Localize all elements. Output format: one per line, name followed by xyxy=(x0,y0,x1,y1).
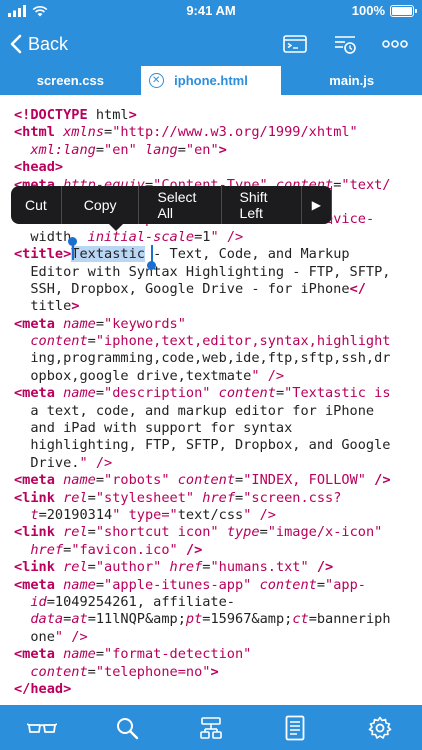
search-button[interactable] xyxy=(105,708,149,748)
code-line[interactable]: Drive." /> xyxy=(14,455,391,472)
more-button[interactable] xyxy=(380,30,410,58)
selection-end-knob[interactable] xyxy=(147,261,156,270)
selection-start-knob[interactable] xyxy=(68,237,77,246)
document-icon xyxy=(285,715,305,740)
structure-button[interactable] xyxy=(189,708,233,748)
app-header: 9:41 AM 100% Back xyxy=(0,0,422,66)
close-tab-icon[interactable]: ✕ xyxy=(148,73,164,88)
tab-iphone-html[interactable]: ✕ iphone.html xyxy=(140,66,282,95)
shift-left-menu-item[interactable]: Shift Left xyxy=(222,186,302,224)
code-line[interactable]: <!DOCTYPE html> xyxy=(14,107,391,124)
tab-label: main.js xyxy=(329,73,375,88)
tab-label: screen.css xyxy=(36,73,104,88)
code-line[interactable]: a text, code, and markup editor for iPho… xyxy=(14,403,391,420)
battery-percent: 100% xyxy=(351,3,385,18)
select-all-menu-item[interactable]: Select All xyxy=(139,186,222,224)
code-line[interactable]: href="favicon.ico" /> xyxy=(14,542,391,559)
battery-status: 100% xyxy=(351,3,417,18)
code-line[interactable]: <meta name="keywords" xyxy=(14,316,391,333)
code-line[interactable]: id=1049254261, affiliate- xyxy=(14,594,391,611)
code-line[interactable]: <meta name="robots" content="INDEX, FOLL… xyxy=(14,472,391,489)
tab-label: iphone.html xyxy=(174,73,248,88)
code-line[interactable] xyxy=(14,698,391,705)
code-line[interactable]: <meta name="description" content="Textas… xyxy=(14,385,391,402)
code-line[interactable]: <html xmlns="http://www.w3.org/1999/xhtm… xyxy=(14,124,391,141)
document-button[interactable] xyxy=(273,708,317,748)
history-button[interactable] xyxy=(330,30,360,58)
preview-button[interactable] xyxy=(280,30,310,58)
code-line[interactable]: data=at=11lNQP&amp;pt=15967&amp;ct=banne… xyxy=(14,611,390,628)
code-line[interactable]: content="telephone=no"> xyxy=(14,664,391,681)
code-line[interactable]: highlighting, FTP, SFTP, Dropbox, and Go… xyxy=(14,437,391,454)
settings-icon xyxy=(368,716,392,739)
status-bar: 9:41 AM 100% xyxy=(0,0,422,22)
edit-menu: Cut Copy Select All Shift Left ▶ xyxy=(11,186,332,231)
file-tab-bar: screen.css ✕ iphone.html main.js xyxy=(0,66,422,95)
more-icon xyxy=(382,40,408,48)
code-line[interactable]: one" /> xyxy=(14,629,391,646)
edit-menu-pointer xyxy=(108,223,124,231)
code-line[interactable]: SSH, Dropbox, Google Drive - for iPhone<… xyxy=(14,281,391,298)
back-label: Back xyxy=(28,33,69,54)
settings-button[interactable] xyxy=(358,708,402,748)
cut-menu-item[interactable]: Cut xyxy=(11,186,62,224)
battery-icon xyxy=(390,4,417,17)
history-icon xyxy=(335,36,356,54)
code-line[interactable]: content="iphone,text,editor,syntax,highl… xyxy=(14,333,391,350)
code-line[interactable]: ing,programming,code,web,ide,ftp,sftp,ss… xyxy=(14,350,391,367)
structure-icon xyxy=(200,716,222,739)
back-button[interactable]: Back xyxy=(10,30,68,58)
code-line[interactable]: <title>Textastic - Text, Code, and Marku… xyxy=(14,246,391,263)
code-line[interactable]: <link rel="author" href="humans.txt" /> xyxy=(14,559,391,576)
code-line[interactable]: and iPad with support for syntax xyxy=(14,420,391,437)
navigation-bar: Back xyxy=(0,22,422,66)
tab-main-js[interactable]: main.js xyxy=(281,66,422,95)
code-line[interactable]: <head> xyxy=(14,159,391,176)
code-line[interactable]: Editor with Syntax Highlighting - FTP, S… xyxy=(14,264,391,281)
code-line[interactable]: </head> xyxy=(14,681,391,698)
code-line[interactable]: <meta name="format-detection" xyxy=(14,646,391,663)
glasses-icon xyxy=(27,722,58,733)
code-line[interactable]: title> xyxy=(14,298,391,315)
code-line[interactable]: <link rel="stylesheet" href="screen.css? xyxy=(14,490,391,507)
code-line[interactable]: <meta name="apple-itunes-app" content="a… xyxy=(14,577,391,594)
selected-text[interactable]: Textastic xyxy=(71,246,145,263)
tab-screen-css[interactable]: screen.css xyxy=(0,66,141,95)
code-line[interactable]: <link rel="shortcut icon" type="image/x-… xyxy=(14,524,391,541)
code-line[interactable]: xml:lang="en" lang="en"> xyxy=(14,142,391,159)
glasses-button[interactable] xyxy=(20,708,64,748)
code-line[interactable]: opbox,google drive,textmate" /> xyxy=(14,368,391,385)
chevron-left-icon xyxy=(10,34,22,54)
bottom-toolbar xyxy=(0,705,422,750)
code-line[interactable]: t=20190314" type="text/css" /> xyxy=(14,507,391,524)
search-icon xyxy=(116,717,138,739)
copy-menu-item[interactable]: Copy xyxy=(62,186,140,224)
more-menu-arrow-icon[interactable]: ▶ xyxy=(302,186,332,224)
preview-icon xyxy=(283,35,307,53)
